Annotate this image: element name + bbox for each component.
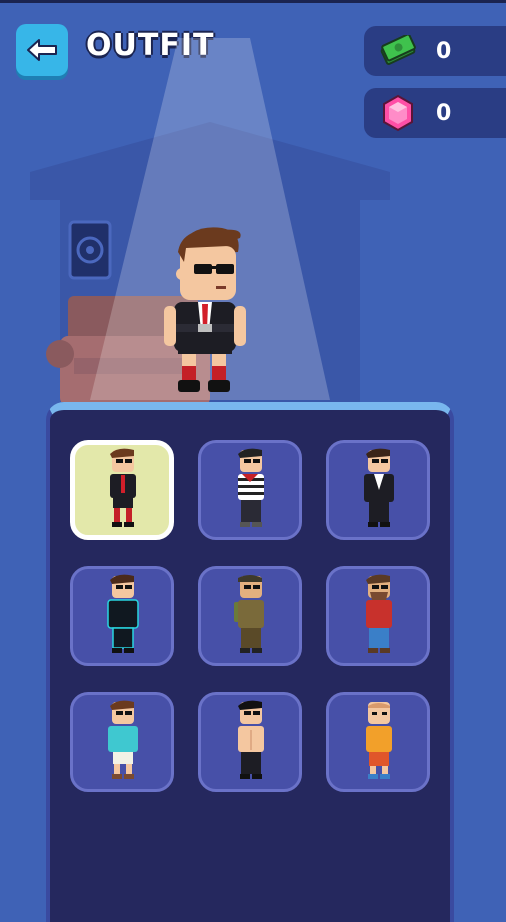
- outfit-burglar-icon: [238, 448, 264, 527]
- outfit-basketball-icon: [366, 702, 392, 779]
- outfit-suit-icon: [364, 448, 394, 527]
- outfit-panel: [46, 402, 454, 922]
- outfit-neon-icon: [107, 574, 139, 653]
- gem-value: 0: [436, 100, 452, 126]
- outfit-slot-tourist[interactable]: [70, 692, 174, 792]
- outfit-slot-agent[interactable]: [70, 440, 174, 540]
- outfit-slot-basketball[interactable]: [326, 692, 430, 792]
- player-character: [164, 227, 246, 392]
- outfit-slot-suit[interactable]: [326, 440, 430, 540]
- vent-icon: [68, 220, 112, 280]
- outfit-slot-burglar[interactable]: [198, 440, 302, 540]
- outfit-tourist-icon: [108, 700, 138, 779]
- outfit-agent-icon: [110, 448, 136, 527]
- outfit-slot-soldier[interactable]: [198, 566, 302, 666]
- cash-counter: 0: [364, 26, 506, 76]
- outfit-soldier-icon: [234, 575, 264, 653]
- top-edge: [0, 0, 506, 3]
- outfit-shirtless-icon: [238, 700, 264, 779]
- back-button[interactable]: [16, 24, 68, 76]
- arrow-left-icon: [27, 39, 57, 61]
- cash-value: 0: [436, 38, 452, 64]
- outfit-slot-neon[interactable]: [70, 566, 174, 666]
- cash-icon: [378, 31, 418, 71]
- outfit-lumberjack-icon: [366, 574, 392, 653]
- page-title: OUTFIT: [86, 28, 215, 63]
- outfit-slot-lumberjack[interactable]: [326, 566, 430, 666]
- outfit-slot-shirtless[interactable]: [198, 692, 302, 792]
